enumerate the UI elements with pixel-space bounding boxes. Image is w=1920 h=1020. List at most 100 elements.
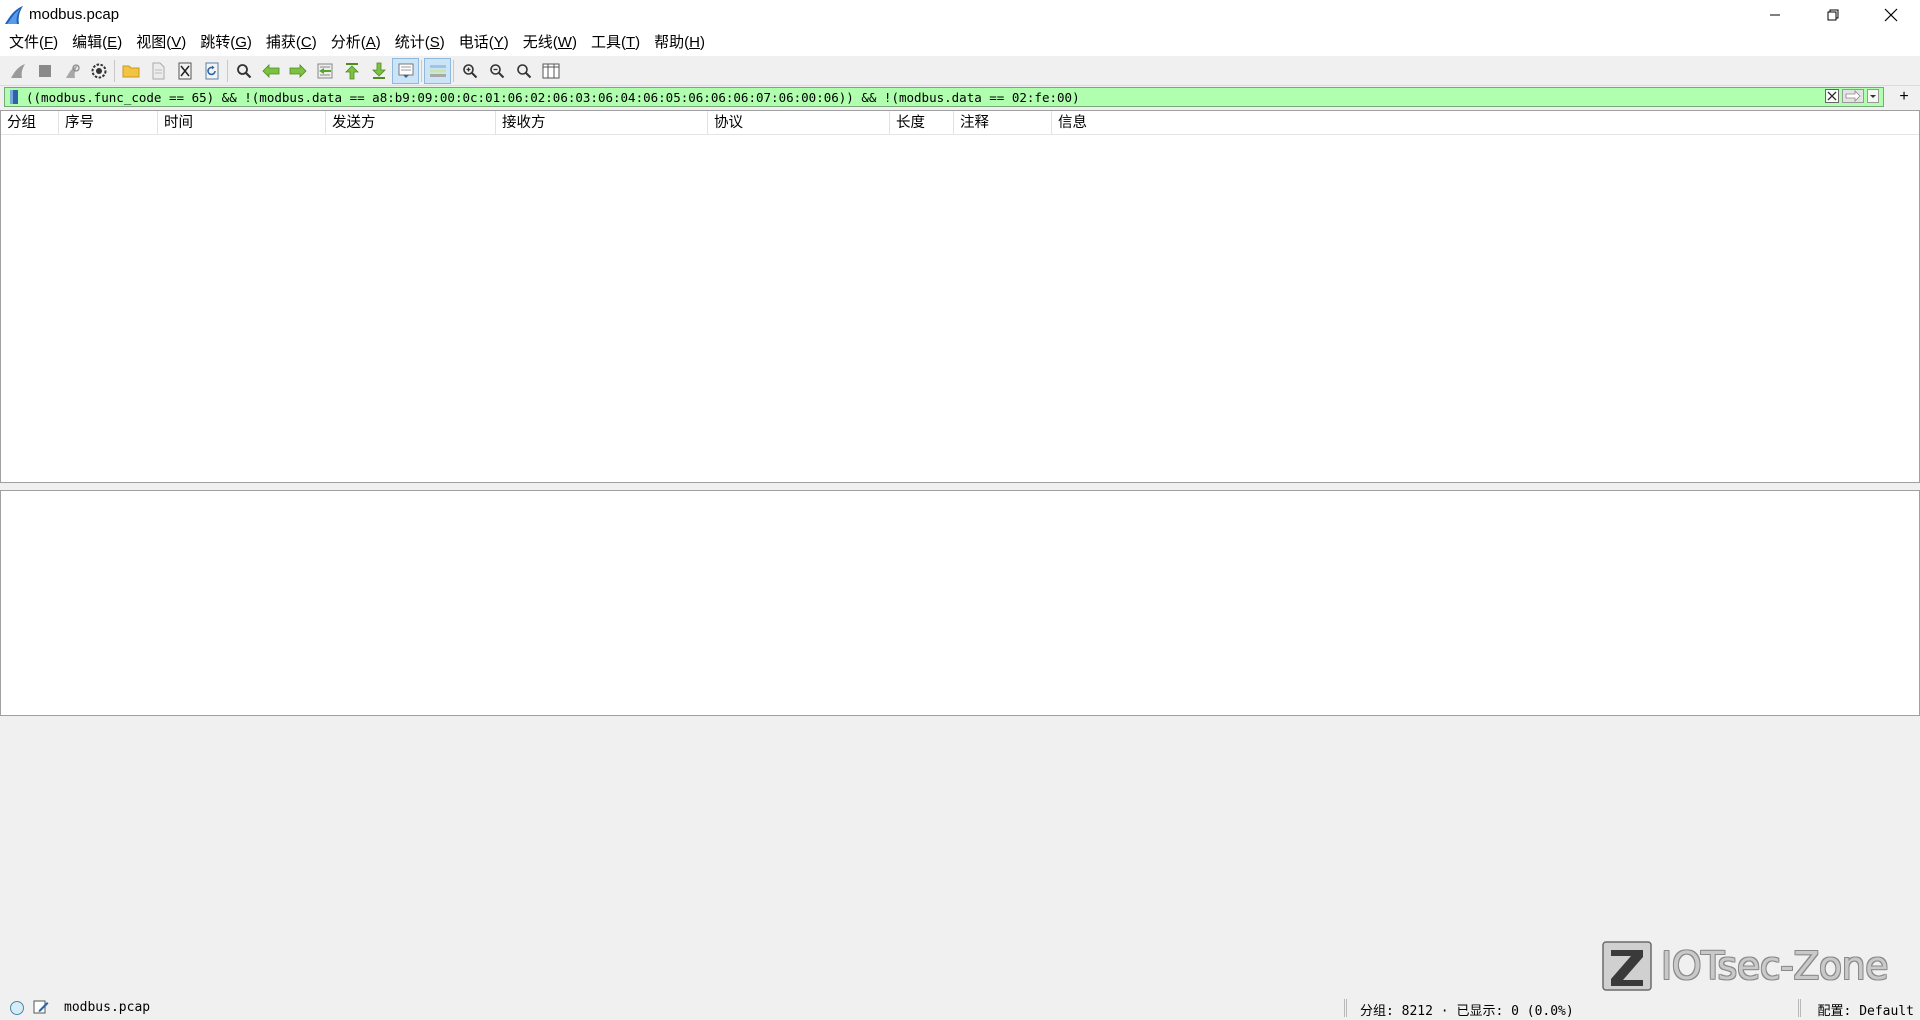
toolbar-separator bbox=[421, 59, 422, 82]
column-header-time[interactable]: 时间 bbox=[158, 110, 326, 135]
close-icon bbox=[1884, 8, 1898, 21]
arrow-right-icon bbox=[1842, 88, 1864, 103]
arrow-left-icon bbox=[261, 63, 279, 78]
zoom-out-button[interactable] bbox=[483, 58, 510, 84]
packet-list-pane[interactable]: 分组 序号 时间 发送方 接收方 协议 长度 注释 信息 bbox=[0, 110, 1920, 483]
start-capture-button[interactable] bbox=[4, 58, 31, 84]
menu-bar: 文件(F) 编辑(E) 视图(V) 跳转(G) 捕获(C) 分析(A) 统计(S… bbox=[0, 29, 1920, 56]
zoom-reset-button[interactable] bbox=[510, 58, 537, 84]
menu-wireless[interactable]: 无线(W) bbox=[516, 29, 584, 56]
packet-list-header: 分组 序号 时间 发送方 接收方 协议 长度 注释 信息 bbox=[1, 110, 1919, 135]
auto-scroll-button[interactable] bbox=[392, 57, 419, 84]
clear-icon bbox=[1825, 88, 1839, 103]
toolbar-separator bbox=[227, 59, 228, 82]
capture-comment-icon[interactable] bbox=[33, 999, 49, 1015]
colorize-button[interactable] bbox=[424, 57, 451, 84]
resize-columns-button[interactable] bbox=[537, 58, 564, 84]
filter-expression[interactable]: ((modbus.func_code == 65) && !(modbus.da… bbox=[21, 90, 1080, 105]
go-back-button[interactable] bbox=[257, 58, 284, 84]
capture-options-button[interactable] bbox=[85, 58, 112, 84]
shark-fin-icon bbox=[10, 63, 25, 78]
close-file-button[interactable] bbox=[171, 58, 198, 84]
minimize-icon bbox=[1770, 14, 1780, 15]
expert-info-icon[interactable] bbox=[10, 1001, 24, 1015]
status-separator bbox=[1344, 999, 1347, 1017]
autoscroll-icon bbox=[398, 63, 413, 78]
clear-filter-button[interactable] bbox=[1825, 88, 1839, 106]
column-header-source[interactable]: 发送方 bbox=[326, 110, 496, 135]
filter-bookmark-button[interactable] bbox=[7, 88, 21, 106]
add-filter-button[interactable]: + bbox=[1896, 87, 1912, 107]
window-title: modbus.pcap bbox=[29, 6, 120, 23]
go-first-packet-button[interactable] bbox=[338, 58, 365, 84]
wireshark-fin-icon bbox=[5, 5, 23, 24]
stop-icon bbox=[38, 64, 51, 77]
main-toolbar bbox=[0, 56, 1920, 86]
status-separator bbox=[1798, 999, 1801, 1017]
go-to-packet-button[interactable] bbox=[311, 58, 338, 84]
restart-fin-icon bbox=[65, 63, 80, 78]
stop-capture-button[interactable] bbox=[31, 58, 58, 84]
menu-analyze[interactable]: 分析(A) bbox=[324, 29, 388, 56]
toolbar-separator bbox=[453, 59, 454, 82]
minimize-button[interactable] bbox=[1746, 0, 1804, 29]
packet-details-pane[interactable] bbox=[0, 490, 1920, 716]
column-header-comment[interactable]: 注释 bbox=[954, 110, 1052, 135]
zoom-in-button[interactable] bbox=[456, 58, 483, 84]
column-header-destination[interactable]: 接收方 bbox=[496, 110, 708, 135]
menu-statistics[interactable]: 统计(S) bbox=[388, 29, 452, 56]
go-forward-button[interactable] bbox=[284, 58, 311, 84]
menu-go[interactable]: 跳转(G) bbox=[193, 29, 259, 56]
folder-icon bbox=[122, 65, 139, 77]
column-header-number[interactable]: 序号 bbox=[59, 110, 158, 135]
menu-help[interactable]: 帮助(H) bbox=[647, 29, 712, 56]
toolbar-separator bbox=[114, 59, 115, 82]
apply-filter-button[interactable] bbox=[1842, 88, 1864, 106]
watermark: IOTsec-Zone bbox=[1601, 940, 1889, 992]
title-bar: modbus.pcap bbox=[0, 0, 1920, 29]
arrow-up-icon bbox=[344, 62, 359, 79]
status-file-name: modbus.pcap bbox=[64, 1000, 151, 1015]
close-file-icon bbox=[178, 62, 191, 79]
resize-columns-icon bbox=[542, 63, 559, 78]
goto-packet-icon bbox=[317, 63, 332, 78]
zoom-in-icon bbox=[462, 63, 477, 78]
go-last-packet-button[interactable] bbox=[365, 58, 392, 84]
arrow-down-icon bbox=[371, 62, 386, 79]
column-header-length[interactable]: 长度 bbox=[890, 110, 954, 135]
watermark-text: IOTsec-Zone bbox=[1661, 944, 1889, 988]
menu-edit[interactable]: 编辑(E) bbox=[65, 29, 129, 56]
restart-capture-button[interactable] bbox=[58, 58, 85, 84]
column-header-protocol[interactable]: 协议 bbox=[708, 110, 890, 135]
zone-logo-icon bbox=[1602, 941, 1652, 991]
reload-icon bbox=[205, 62, 218, 79]
column-header-info[interactable]: 信息 bbox=[1052, 111, 1252, 135]
zoom-reset-icon bbox=[516, 63, 531, 78]
find-packet-button[interactable] bbox=[230, 58, 257, 84]
status-packet-count: 分组: 8212 · 已显示: 0 (0.0%) bbox=[1360, 1004, 1574, 1019]
menu-tools[interactable]: 工具(T) bbox=[584, 29, 647, 56]
open-file-button[interactable] bbox=[117, 58, 144, 84]
status-bar: modbus.pcap 分组: 8212 · 已显示: 0 (0.0%) 配置:… bbox=[0, 997, 1920, 1020]
chevron-down-icon bbox=[1867, 88, 1879, 103]
magnifier-icon bbox=[236, 63, 251, 78]
status-profile[interactable]: 配置: Default bbox=[1818, 1000, 1914, 1019]
bookmark-icon bbox=[10, 90, 18, 104]
zoom-out-icon bbox=[489, 63, 504, 78]
column-header-group[interactable]: 分组 bbox=[1, 110, 59, 135]
display-filter-bar: ((modbus.func_code == 65) && !(modbus.da… bbox=[0, 87, 1920, 107]
menu-capture[interactable]: 捕获(C) bbox=[259, 29, 324, 56]
filter-history-dropdown[interactable] bbox=[1867, 88, 1879, 106]
restore-icon bbox=[1827, 9, 1839, 20]
gear-icon bbox=[91, 63, 106, 78]
save-file-button[interactable] bbox=[144, 58, 171, 84]
reload-file-button[interactable] bbox=[198, 58, 225, 84]
display-filter-input[interactable]: ((modbus.func_code == 65) && !(modbus.da… bbox=[4, 87, 1884, 107]
restore-button[interactable] bbox=[1804, 0, 1862, 29]
menu-view[interactable]: 视图(V) bbox=[129, 29, 193, 56]
colorize-list-icon bbox=[429, 64, 446, 77]
menu-telephony[interactable]: 电话(Y) bbox=[452, 29, 516, 56]
close-button[interactable] bbox=[1862, 0, 1920, 29]
document-icon bbox=[152, 62, 164, 79]
menu-file[interactable]: 文件(F) bbox=[2, 29, 65, 56]
